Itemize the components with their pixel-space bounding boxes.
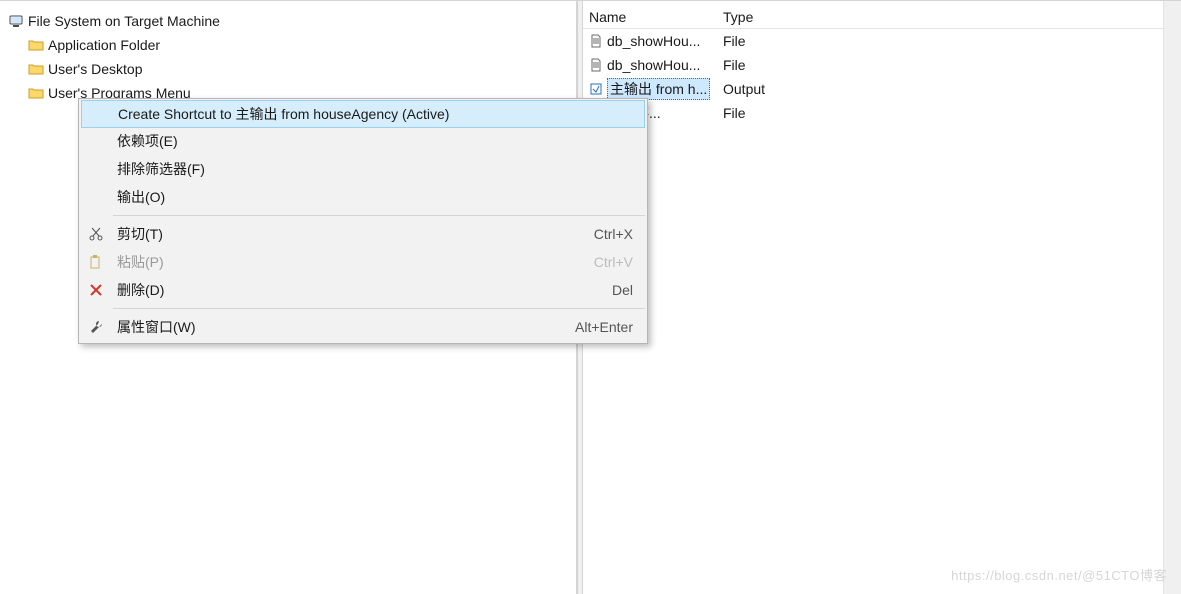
list-item-name: db_showHou... xyxy=(607,57,700,73)
context-menu: Create Shortcut to 主输出 from houseAgency … xyxy=(78,98,648,344)
menu-item-delete[interactable]: 删除(D) Del xyxy=(79,276,647,304)
folder-icon xyxy=(28,61,44,77)
tree-root[interactable]: File System on Target Machine xyxy=(6,9,576,33)
tree-item-application-folder[interactable]: Application Folder xyxy=(6,33,576,57)
menu-item-paste: 粘贴(P) Ctrl+V xyxy=(79,248,647,276)
list-item-name: 主输出 from h... xyxy=(607,78,710,100)
menu-item-label: 输出(O) xyxy=(117,187,633,207)
folder-icon xyxy=(28,85,44,101)
folder-tree: File System on Target Machine Applicatio… xyxy=(0,9,576,105)
menu-item-label: Create Shortcut to 主输出 from houseAgency … xyxy=(118,104,630,124)
menu-item-cut[interactable]: 剪切(T) Ctrl+X xyxy=(79,220,647,248)
list-item[interactable]: 程的存... File xyxy=(583,101,1181,125)
list-item-type: File xyxy=(719,57,746,73)
delete-icon xyxy=(87,281,105,299)
list-item-type: File xyxy=(719,33,746,49)
tree-item-users-desktop[interactable]: User's Desktop xyxy=(6,57,576,81)
output-icon xyxy=(589,82,603,96)
menu-item-create-shortcut[interactable]: Create Shortcut to 主输出 from houseAgency … xyxy=(81,100,645,128)
computer-icon xyxy=(8,13,24,29)
menu-item-outputs[interactable]: 输出(O) xyxy=(79,183,647,211)
menu-item-label: 剪切(T) xyxy=(117,224,594,244)
column-header-type[interactable]: Type xyxy=(719,9,753,25)
vertical-scrollbar[interactable] xyxy=(1163,1,1181,594)
list-pane: Name Type db_showHou... File db_showHou.… xyxy=(583,1,1181,594)
tree-root-label: File System on Target Machine xyxy=(28,13,220,29)
list-item[interactable]: db_showHou... File xyxy=(583,53,1181,77)
menu-separator xyxy=(113,308,645,309)
list-item-type: File xyxy=(719,105,746,121)
column-header-name[interactable]: Name xyxy=(583,9,719,25)
folder-icon xyxy=(28,37,44,53)
menu-separator xyxy=(113,215,645,216)
tree-item-label: User's Desktop xyxy=(48,61,142,77)
file-icon xyxy=(589,58,603,72)
list-item[interactable]: db_showHou... File xyxy=(583,29,1181,53)
menu-item-dependencies[interactable]: 依赖项(E) xyxy=(79,127,647,155)
list-item-type: Output xyxy=(719,81,765,97)
tree-item-label: Application Folder xyxy=(48,37,160,53)
menu-item-shortcut: Ctrl+V xyxy=(594,254,633,270)
menu-item-label: 排除筛选器(F) xyxy=(117,159,633,179)
menu-item-exclude-filter[interactable]: 排除筛选器(F) xyxy=(79,155,647,183)
list-item-name: db_showHou... xyxy=(607,33,700,49)
list-header: Name Type xyxy=(583,5,1181,29)
wrench-icon xyxy=(87,318,105,336)
menu-item-label: 粘贴(P) xyxy=(117,252,594,272)
menu-item-properties-window[interactable]: 属性窗口(W) Alt+Enter xyxy=(79,313,647,341)
menu-item-label: 依赖项(E) xyxy=(117,131,633,151)
cut-icon xyxy=(87,225,105,243)
menu-item-shortcut: Alt+Enter xyxy=(575,319,633,335)
menu-item-label: 属性窗口(W) xyxy=(117,317,575,337)
menu-item-shortcut: Del xyxy=(612,282,633,298)
list-body: db_showHou... File db_showHou... File 主输… xyxy=(583,29,1181,125)
list-item[interactable]: 主输出 from h... Output xyxy=(583,77,1181,101)
file-icon xyxy=(589,34,603,48)
paste-icon xyxy=(87,253,105,271)
menu-item-label: 删除(D) xyxy=(117,280,612,300)
menu-item-shortcut: Ctrl+X xyxy=(594,226,633,242)
